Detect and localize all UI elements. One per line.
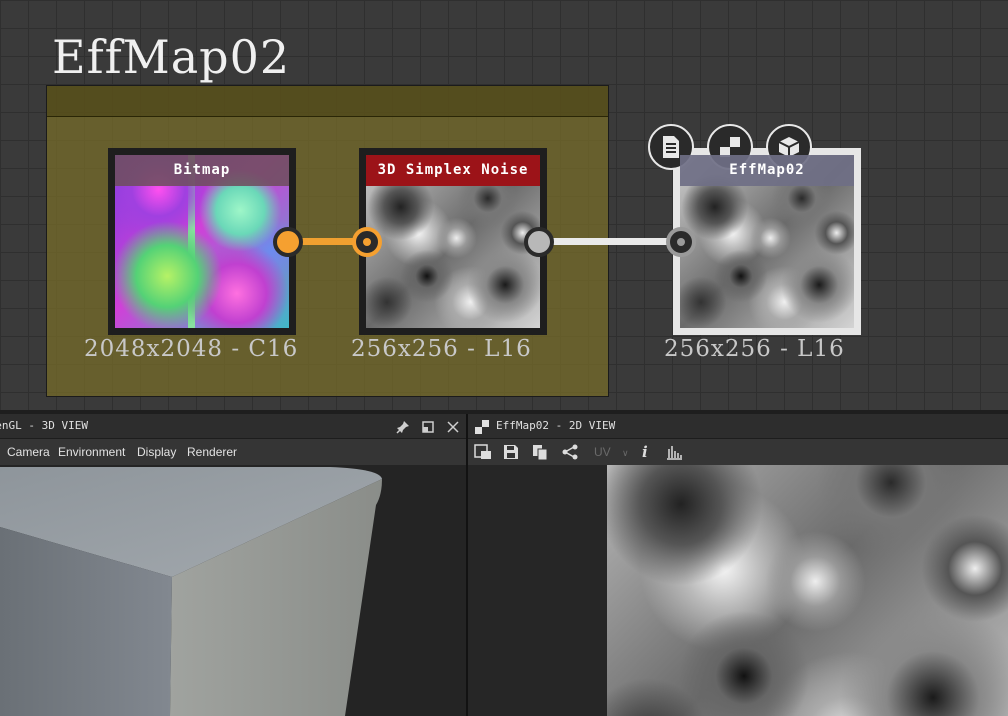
node-title: 3D Simplex Noise: [366, 155, 540, 186]
bitmap-node[interactable]: Bitmap: [108, 148, 296, 335]
frame-header[interactable]: [47, 86, 608, 117]
frame-title: EffMap02: [52, 30, 291, 84]
uv-dropdown[interactable]: UV ∨: [594, 439, 629, 466]
checkerboard-icon: [475, 419, 489, 434]
output-node[interactable]: EffMap02: [673, 148, 861, 335]
2d-view-header: EffMap02 - 2D VIEW: [468, 414, 1008, 439]
info-label: i: [642, 443, 648, 461]
node-resolution: 256x256 - L16: [351, 336, 532, 362]
2d-view-title: EffMap02 - 2D VIEW: [496, 419, 616, 432]
texture-preview: [607, 465, 1008, 716]
2d-view-panel: EffMap02 - 2D VIEW UV ∨ i: [468, 414, 1008, 716]
float-icon[interactable]: [421, 419, 435, 433]
preview-cube: [0, 467, 382, 716]
chevron-down-icon: ∨: [622, 448, 629, 458]
3d-view-menubar: Camera Environment Display Renderer: [0, 439, 466, 465]
info-icon[interactable]: i: [642, 439, 648, 465]
bitmap-output-port[interactable]: [273, 227, 303, 257]
copy-icon[interactable]: [531, 443, 549, 461]
connection-wire[interactable]: [552, 238, 670, 245]
uv-label: UV: [594, 445, 611, 459]
output-input-port[interactable]: [666, 227, 696, 257]
share-icon[interactable]: [561, 443, 579, 461]
noise-input-port[interactable]: [352, 227, 382, 257]
3d-view-header: OpenGL - 3D VIEW: [0, 414, 466, 439]
node-title: Bitmap: [115, 155, 289, 186]
node-resolution: 2048x2048 - C16: [84, 336, 299, 362]
menu-environment[interactable]: Environment: [58, 439, 125, 465]
simplex-noise-node[interactable]: 3D Simplex Noise: [359, 148, 547, 335]
3d-view-panel: OpenGL - 3D VIEW Camera Environment Disp…: [0, 414, 466, 716]
pin-icon[interactable]: [396, 419, 410, 434]
menu-camera[interactable]: Camera: [7, 439, 50, 465]
node-title: EffMap02: [680, 155, 854, 186]
node-graph[interactable]: EffMap02 Bitmap 2048x2048 - C16 3D Simpl…: [0, 0, 1008, 412]
histogram-icon[interactable]: [665, 443, 683, 461]
view-mode-icon[interactable]: [474, 443, 492, 461]
save-icon[interactable]: [502, 443, 520, 461]
menu-renderer[interactable]: Renderer: [187, 439, 237, 465]
noise-output-port[interactable]: [524, 227, 554, 257]
3d-view-title: OpenGL - 3D VIEW: [0, 419, 88, 432]
2d-viewport[interactable]: [468, 465, 1008, 716]
node-resolution: 256x256 - L16: [664, 336, 845, 362]
close-icon[interactable]: [446, 419, 460, 433]
3d-viewport[interactable]: [0, 465, 466, 716]
menu-display[interactable]: Display: [137, 439, 176, 465]
2d-view-toolbar: UV ∨ i: [468, 439, 1008, 465]
connection-wire[interactable]: [300, 238, 358, 245]
